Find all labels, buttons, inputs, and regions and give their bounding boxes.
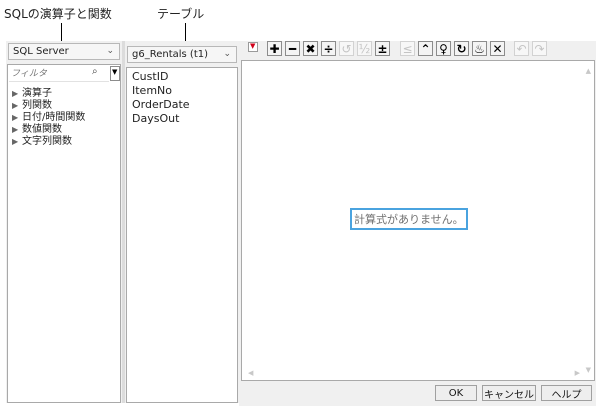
columns-list: CustID ItemNo OrderDate DaysOut	[126, 67, 238, 403]
table-callout-line	[185, 23, 186, 41]
filter-chevron-icon: ▼	[112, 68, 118, 76]
tree-item-string-functions[interactable]: ▶ 文字列関数	[12, 132, 72, 147]
functions-callout-line	[61, 23, 62, 41]
formula-editor[interactable]: 計算式がありません。 ▲ ▼ ◀ ▶	[241, 60, 595, 381]
divide-icon[interactable]: ÷	[321, 41, 336, 56]
undo-icon[interactable]: ↶	[514, 41, 529, 56]
functions-panel: SQL Server ⌄ ⌕ ▼ ▶演算子 ▶列関数 ▶日付/時間関数 ▶数値関…	[6, 41, 122, 403]
plus-minus-icon[interactable]: ±	[375, 41, 390, 56]
refresh-icon[interactable]: ↻	[454, 41, 469, 56]
table-select-value: g6_Rentals (t1)	[132, 49, 209, 60]
chevron-down-icon: ⌄	[106, 46, 114, 56]
less-equal-icon[interactable]: ≤	[400, 41, 415, 56]
dialect-select[interactable]: SQL Server ⌄	[8, 43, 120, 60]
column-item[interactable]: CustID	[132, 70, 168, 83]
table-callout-label: テーブル	[157, 7, 205, 21]
undo-small-icon[interactable]: ↺	[339, 41, 354, 56]
column-item[interactable]: DaysOut	[132, 112, 179, 125]
search-icon[interactable]: ⌕	[92, 66, 98, 77]
operator-menu-button[interactable]: ▼	[248, 42, 258, 52]
column-item[interactable]: OrderDate	[132, 98, 190, 111]
filter-input[interactable]	[9, 67, 87, 81]
dialect-select-value: SQL Server	[13, 46, 69, 57]
plus-icon[interactable]: ✚	[267, 41, 282, 56]
empty-formula-message: 計算式がありません。	[350, 208, 468, 230]
scroll-up-arrow-icon[interactable]: ▲	[586, 67, 591, 75]
functions-tree: ⌕ ▼ ▶演算子 ▶列関数 ▶日付/時間関数 ▶数値関数 ▶文字列関数	[7, 64, 121, 403]
scroll-down-arrow-icon[interactable]: ▼	[586, 366, 591, 374]
caret-up-icon[interactable]: ⌃	[418, 41, 433, 56]
table-select[interactable]: g6_Rentals (t1) ⌄	[127, 46, 237, 63]
fraction-icon[interactable]: ½	[357, 41, 372, 56]
redo-icon[interactable]: ↷	[532, 41, 547, 56]
column-item[interactable]: ItemNo	[132, 84, 172, 97]
expand-triangle-icon[interactable]: ▶	[12, 137, 22, 146]
toolbar: ▼ ✚ ━ ✖ ÷ ↺ ½ ± ≤ ⌃ ♀ ↻ ♨ ✕ ↶ ↷	[248, 41, 588, 59]
minus-icon[interactable]: ━	[285, 41, 300, 56]
swap-icon[interactable]: ♀	[436, 41, 451, 56]
help-button[interactable]: ヘルプ	[541, 385, 592, 401]
functions-callout-label: SQLの演算子と関数	[4, 7, 112, 21]
red-down-triangle-icon: ▼	[250, 42, 256, 50]
formula-panel: ▼ ✚ ━ ✖ ÷ ↺ ½ ± ≤ ⌃ ♀ ↻ ♨ ✕ ↶ ↷ 計算式がありませ…	[239, 41, 596, 406]
cancel-button[interactable]: キャンセル	[482, 385, 536, 401]
ok-button[interactable]: OK	[435, 385, 477, 401]
multiply-icon[interactable]: ✖	[303, 41, 318, 56]
gear-icon[interactable]: ♨	[472, 41, 487, 56]
table-panel: g6_Rentals (t1) ⌄ CustID ItemNo OrderDat…	[125, 41, 239, 403]
tree-item-label: 文字列関数	[22, 136, 72, 147]
filter-field[interactable]: ⌕	[9, 66, 109, 82]
scroll-right-arrow-icon[interactable]: ▶	[575, 369, 580, 377]
clear-icon[interactable]: ✕	[490, 41, 505, 56]
chevron-down-icon: ⌄	[223, 49, 231, 59]
filter-dropdown-button[interactable]: ▼	[110, 66, 120, 81]
scroll-left-arrow-icon[interactable]: ◀	[248, 369, 253, 377]
